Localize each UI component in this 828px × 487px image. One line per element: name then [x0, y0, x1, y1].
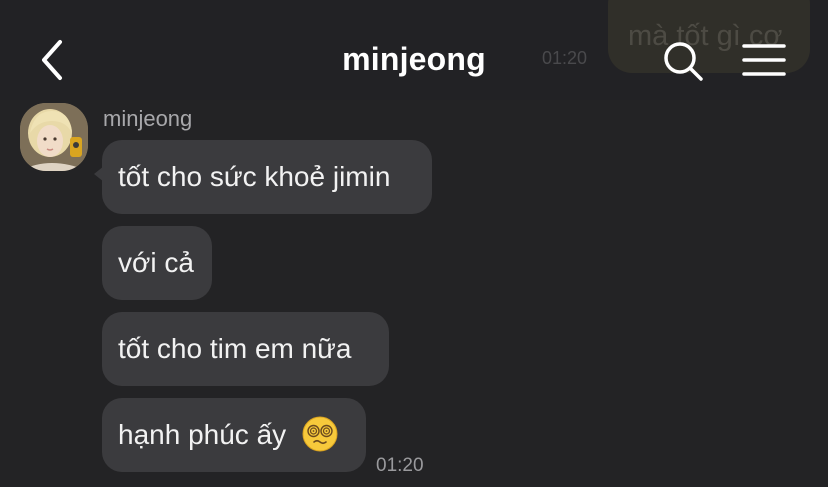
sender-name: minjeong	[103, 106, 193, 131]
message-text: với cả	[118, 247, 194, 278]
message-bubble[interactable]: tốt cho tim em nữa	[102, 312, 389, 386]
hamburger-menu-icon	[742, 44, 786, 76]
profile-photo	[20, 103, 88, 171]
message-bubble[interactable]: với cả	[102, 226, 212, 300]
search-button[interactable]	[660, 38, 706, 84]
message-timestamp: 01:20	[376, 455, 424, 476]
menu-button[interactable]	[740, 40, 788, 80]
message-text: hạnh phúc ấy	[118, 419, 287, 450]
message-text: tốt cho tim em nữa	[118, 333, 352, 364]
message-text: tốt cho sức khoẻ jimin	[118, 161, 391, 192]
dizzy-face-emoji-icon	[302, 416, 338, 452]
message-bubble[interactable]: tốt cho sức khoẻ jimin	[102, 140, 432, 214]
message-bubble[interactable]: hạnh phúc ấy	[102, 398, 366, 472]
chat-header: minjeong	[0, 0, 828, 100]
avatar[interactable]	[20, 103, 88, 171]
search-icon	[664, 42, 703, 81]
chat-screen: mà tốt gì cơ 01:20 minjeong minjeong tốt…	[0, 0, 828, 487]
